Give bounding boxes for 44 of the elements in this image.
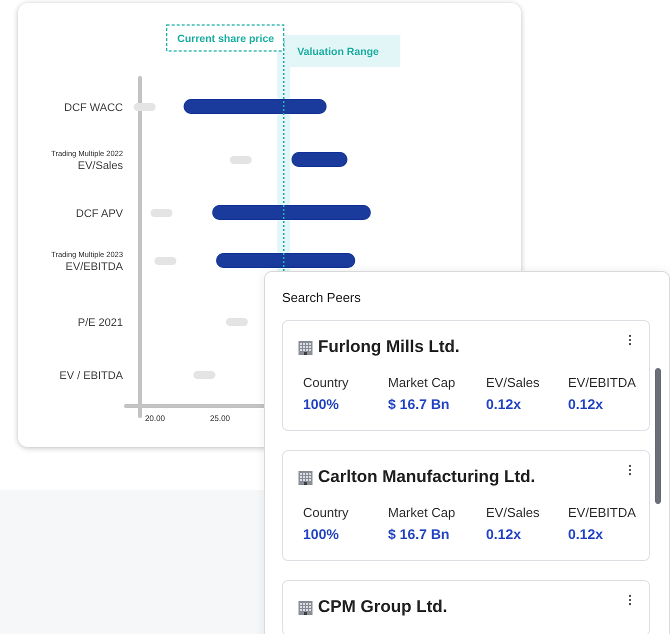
company-name: CPM Group Ltd. xyxy=(318,597,448,617)
range-bar xyxy=(292,152,348,167)
faded-marker xyxy=(230,156,252,164)
faded-marker xyxy=(226,318,248,326)
stat-value: 0.12x xyxy=(486,526,522,542)
stat-value: 0.12x xyxy=(568,526,604,542)
row-label: DCF APV xyxy=(76,208,123,220)
building-icon xyxy=(298,340,313,354)
faded-marker xyxy=(154,257,176,265)
building-icon xyxy=(298,470,313,484)
stat-value: 0.12x xyxy=(568,396,604,412)
stat-value: 100% xyxy=(303,526,340,542)
peer-card[interactable]: Carlton Manufacturing Ltd. Country 100% Market Cap $ 16.7 Bn EV/Sales 0.12x EV/EBITDA 0.12x xyxy=(282,450,650,561)
stat-label: Market Cap xyxy=(388,505,456,520)
stat-value: 0.12x xyxy=(486,396,522,412)
panel-title: Search Peers xyxy=(282,290,362,305)
company-name: Carlton Manufacturing Ltd. xyxy=(318,467,536,487)
stat-label: Country xyxy=(303,375,350,390)
stat-label: EV/EBITDA xyxy=(568,505,637,520)
row-label: P/E 2021 xyxy=(78,317,123,329)
stat-label: EV/Sales xyxy=(486,505,540,520)
stat-value: $ 16.7 Bn xyxy=(388,526,450,542)
row-label: EV / EBITDA xyxy=(59,370,123,382)
share-price-callout: Current share price xyxy=(166,24,284,52)
peer-card[interactable]: Furlong Mills Ltd. Country 100% Market Cap $ 16.7 Bn EV/Sales 0.12x EV/EBITDA 0.12x xyxy=(282,320,650,431)
stat-label: EV/EBITDA xyxy=(568,375,637,390)
peer-card[interactable]: CPM Group Ltd. xyxy=(282,580,650,634)
faded-marker xyxy=(193,371,216,379)
building-icon xyxy=(298,600,313,614)
faded-marker xyxy=(134,103,156,111)
row-label: DCF WACC xyxy=(64,102,123,114)
stat-value: 100% xyxy=(303,396,340,412)
company-name: Furlong Mills Ltd. xyxy=(318,337,460,357)
stat-label: Country xyxy=(303,505,350,520)
stat-value: $ 16.7 Bn xyxy=(388,396,450,412)
faded-marker xyxy=(150,209,172,217)
row-label: EV/Sales xyxy=(78,160,123,172)
row-label: EV/EBITDA xyxy=(66,261,123,273)
valuation-range-label: Valuation Range xyxy=(297,46,379,58)
stat-label: EV/Sales xyxy=(486,375,540,390)
stat-label: Market Cap xyxy=(388,375,456,390)
tick-label: 20.00 xyxy=(144,414,166,423)
tick-label: 25.00 xyxy=(210,414,230,423)
scrollbar[interactable] xyxy=(655,368,661,504)
